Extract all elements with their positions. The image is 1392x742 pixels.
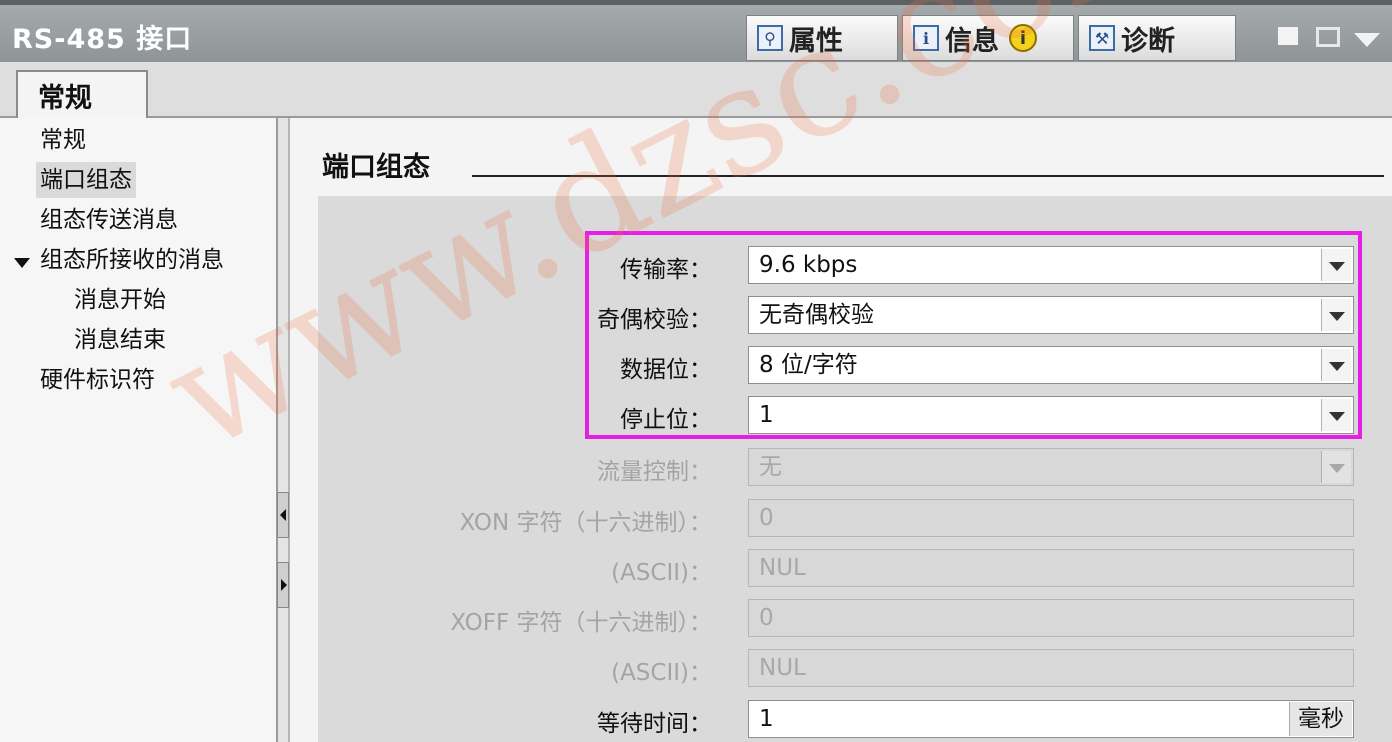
tab-general[interactable]: 常规 bbox=[16, 70, 148, 120]
diagnostics-icon: ⚒ bbox=[1089, 25, 1115, 51]
wait-label: 等待时间： bbox=[597, 711, 712, 737]
tab-info[interactable]: ℹ 信息 i bbox=[902, 15, 1074, 61]
expand-right-button[interactable] bbox=[277, 562, 289, 608]
nav-item-general[interactable]: 常规 bbox=[40, 122, 86, 158]
tab-properties-label: 属性 bbox=[789, 25, 843, 57]
flow-value: 无 bbox=[759, 454, 782, 480]
restore-window-icon[interactable] bbox=[1278, 27, 1298, 45]
tab-diagnostics-label: 诊断 bbox=[1121, 25, 1175, 57]
section-title: 端口组态 bbox=[322, 152, 430, 183]
xon-ascii-input: NUL bbox=[748, 549, 1354, 587]
arrow-left-icon bbox=[280, 509, 286, 521]
xon-hex-input: 0 bbox=[748, 499, 1354, 537]
info-badge-icon: i bbox=[1009, 24, 1037, 52]
highlight-box bbox=[585, 231, 1362, 439]
collapse-left-button[interactable] bbox=[277, 492, 289, 538]
xon-ascii-label: (ASCII)： bbox=[611, 560, 712, 586]
menu-down-icon[interactable] bbox=[1354, 33, 1380, 47]
tab-diagnostics[interactable]: ⚒ 诊断 bbox=[1078, 15, 1236, 61]
nav-item-receive-config[interactable]: 组态所接收的消息 bbox=[40, 242, 224, 278]
maximize-window-icon[interactable] bbox=[1316, 27, 1340, 47]
wait-time-value: 1 bbox=[759, 706, 774, 732]
nav-item-hardware-id[interactable]: 硬件标识符 bbox=[40, 362, 155, 398]
chevron-down-icon bbox=[1321, 451, 1351, 483]
section-divider bbox=[472, 175, 1384, 177]
xoff-ascii-label: (ASCII)： bbox=[611, 660, 712, 686]
tab-properties[interactable]: ⚲ 属性 bbox=[746, 15, 898, 61]
nav-item-send-config[interactable]: 组态传送消息 bbox=[40, 202, 178, 238]
xon-hex-label: XON 字符（十六进制）： bbox=[459, 510, 712, 536]
flow-select: 无 bbox=[748, 448, 1354, 486]
wait-time-input[interactable]: 1 毫秒 bbox=[748, 700, 1354, 738]
tab-info-label: 信息 bbox=[945, 25, 999, 57]
nav-item-message-end[interactable]: 消息结束 bbox=[74, 322, 166, 358]
expand-arrow-icon[interactable] bbox=[14, 258, 30, 268]
xoff-ascii-input: NUL bbox=[748, 649, 1354, 687]
info-list-icon: ℹ bbox=[913, 25, 939, 51]
arrow-right-icon bbox=[281, 579, 287, 591]
nav-item-message-start[interactable]: 消息开始 bbox=[74, 282, 166, 318]
flow-label: 流量控制： bbox=[597, 459, 712, 485]
title-bar: RS-485 接口 ⚲ 属性 ℹ 信息 i ⚒ 诊断 bbox=[0, 0, 1392, 62]
nav-item-port-config[interactable]: 端口组态 bbox=[36, 162, 136, 198]
xoff-hex-input: 0 bbox=[748, 599, 1354, 637]
sub-tab-strip: 常规 bbox=[0, 62, 1392, 120]
wait-time-unit: 毫秒 bbox=[1289, 702, 1352, 736]
xoff-hex-label: XOFF 字符（十六进制）： bbox=[450, 610, 712, 636]
pane-splitter[interactable] bbox=[276, 118, 290, 742]
properties-icon: ⚲ bbox=[757, 25, 783, 51]
window-title: RS-485 接口 bbox=[12, 24, 193, 55]
